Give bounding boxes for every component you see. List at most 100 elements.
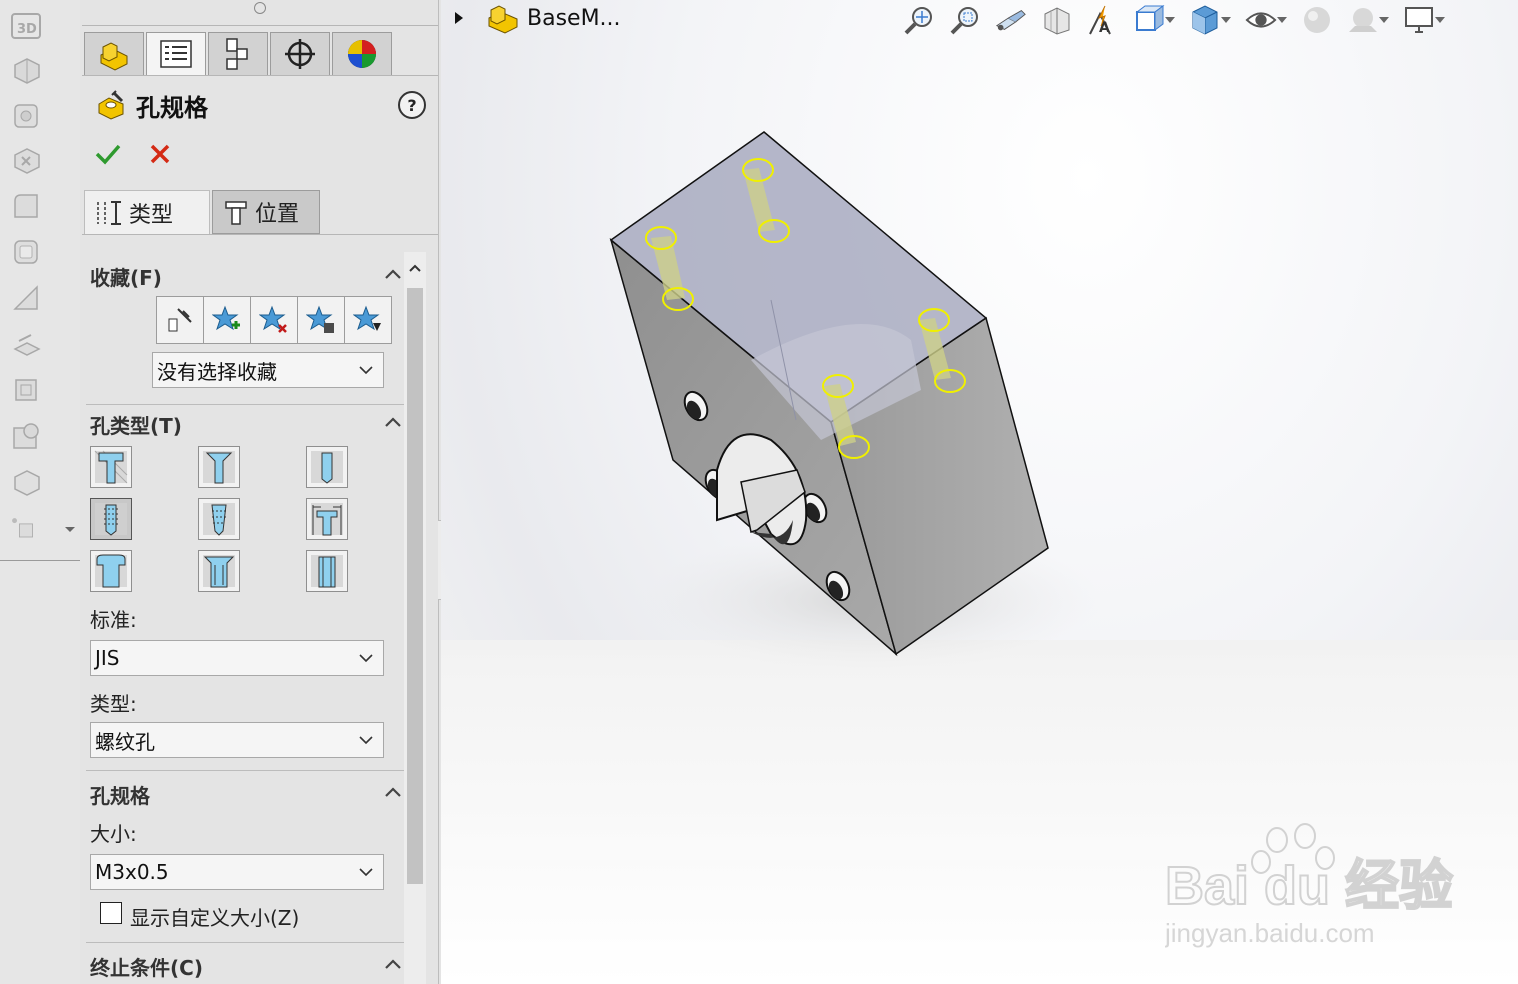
- apply-defaults-button[interactable]: [156, 296, 204, 344]
- configuration-icon: [226, 38, 248, 70]
- tab-property-manager[interactable]: [146, 32, 206, 76]
- favorites-toolbar: [156, 296, 392, 344]
- panel-divider: [82, 75, 438, 76]
- scrollbar-thumb[interactable]: [407, 288, 423, 884]
- section-divider: [86, 942, 404, 943]
- property-list-icon: [160, 40, 192, 68]
- svg-text:3D: 3D: [17, 22, 37, 37]
- tab-feature-manager[interactable]: [84, 32, 144, 76]
- panel-divider: [82, 234, 438, 235]
- panel-grip[interactable]: [254, 2, 266, 14]
- rib-icon[interactable]: [8, 280, 44, 316]
- hole-type-header[interactable]: 孔类型(T): [90, 410, 182, 439]
- save-favorite-button[interactable]: [297, 296, 345, 344]
- chevron-down-icon: [359, 736, 373, 745]
- chevron-down-icon: [359, 366, 373, 375]
- page-title: 孔规格: [136, 94, 208, 122]
- cancel-x-icon[interactable]: [146, 140, 174, 168]
- chevron-down-icon[interactable]: [64, 526, 76, 534]
- end-condition-header[interactable]: 终止条件(C): [90, 952, 203, 981]
- slot-icon: [311, 555, 343, 588]
- baidu-watermark: Bai du 经验 jingyan.baidu.com: [1165, 823, 1454, 948]
- counterbore-slot-button[interactable]: [90, 550, 132, 592]
- collapse-end-condition-icon[interactable]: [384, 958, 402, 970]
- watermark-logo-text: Bai du 经验: [1165, 856, 1453, 916]
- intersect-icon[interactable]: [8, 464, 44, 500]
- tab-type-label: 类型: [129, 202, 174, 228]
- revolve-icon[interactable]: [8, 98, 44, 134]
- tab-position-label: 位置: [255, 202, 300, 227]
- counterbore-icon: [94, 450, 128, 484]
- countersink-slot-button[interactable]: [198, 550, 240, 592]
- property-manager: 孔规格 ? 类型 位置 收藏(F) 没有选择收藏 孔类型(T) 标准: JIS …: [82, 0, 439, 984]
- help-button[interactable]: ?: [398, 91, 426, 119]
- legacy-hole-icon: [311, 503, 343, 536]
- hole-spec-icon: [98, 90, 124, 120]
- scrollbar[interactable]: [404, 252, 426, 984]
- wrap-icon[interactable]: [8, 372, 44, 408]
- type-label: 类型:: [90, 692, 137, 716]
- panel-divider: [82, 25, 438, 26]
- custom-size-checkbox[interactable]: [100, 902, 122, 924]
- star-save-icon: [306, 305, 334, 333]
- graphics-area[interactable]: BaseM... A Bai du 经验 jingyan.baidu.com: [441, 0, 1518, 984]
- tab-display-manager[interactable]: [332, 32, 392, 76]
- section-divider: [86, 404, 404, 405]
- extrude-boss-icon[interactable]: [8, 52, 44, 88]
- collapse-favorites-icon[interactable]: [384, 268, 402, 280]
- star-delete-icon: [259, 305, 287, 333]
- straight-tap-icon: [95, 503, 127, 536]
- reference-geometry-icon[interactable]: [8, 510, 44, 546]
- hole-spec-header[interactable]: 孔规格: [90, 780, 150, 809]
- straight-tap-button[interactable]: [90, 498, 132, 540]
- shell-icon[interactable]: [8, 234, 44, 270]
- part-icon: [100, 42, 128, 71]
- counterbore-button[interactable]: [90, 446, 132, 488]
- position-icon: [223, 198, 249, 226]
- collapse-hole-type-icon[interactable]: [384, 416, 402, 428]
- ok-check-icon[interactable]: [94, 140, 122, 168]
- type-dropdown[interactable]: 螺纹孔: [90, 722, 384, 758]
- favorites-dropdown[interactable]: 没有选择收藏: [152, 352, 384, 388]
- chevron-down-icon: [359, 654, 373, 663]
- fillet-icon[interactable]: [8, 188, 44, 224]
- hole-wizard-icon[interactable]: [8, 418, 44, 454]
- tab-position[interactable]: 位置: [212, 190, 320, 234]
- scroll-up-icon[interactable]: [407, 260, 423, 276]
- standard-label: 标准:: [90, 608, 137, 632]
- command-toolbar: 3D: [0, 0, 80, 984]
- collapse-hole-spec-icon[interactable]: [384, 786, 402, 798]
- star-load-icon: [353, 305, 381, 331]
- slot-button[interactable]: [306, 550, 348, 592]
- appearance-sphere-icon: [348, 40, 376, 68]
- hole-button[interactable]: [306, 446, 348, 488]
- draft-icon[interactable]: [8, 326, 44, 362]
- 3d-sketch-icon[interactable]: 3D: [8, 8, 44, 44]
- load-favorite-button[interactable]: [344, 296, 392, 344]
- standard-dropdown[interactable]: JIS: [90, 640, 384, 676]
- countersink-icon: [203, 451, 235, 484]
- delete-favorite-button[interactable]: [250, 296, 298, 344]
- simple-hole-icon: [311, 451, 343, 484]
- add-favorite-button[interactable]: [203, 296, 251, 344]
- countersink-button[interactable]: [198, 446, 240, 488]
- dimension-icon: [95, 199, 123, 227]
- tapered-tap-button[interactable]: [198, 498, 240, 540]
- tapered-tap-icon: [203, 503, 235, 536]
- custom-size-label[interactable]: 显示自定义大小(Z): [130, 902, 299, 931]
- size-label: 大小:: [90, 822, 137, 846]
- favorites-header[interactable]: 收藏(F): [90, 262, 162, 291]
- tab-configuration-manager[interactable]: [208, 32, 268, 76]
- favorites-dropdown-value: 没有选择收藏: [157, 359, 277, 384]
- standard-value: JIS: [95, 646, 120, 670]
- star-add-icon: [212, 305, 240, 331]
- size-dropdown[interactable]: M3x0.5: [90, 854, 384, 890]
- tab-type[interactable]: 类型: [84, 190, 210, 234]
- cut-extrude-icon[interactable]: [8, 142, 44, 178]
- manager-tabs: [84, 32, 394, 76]
- toolbar-divider: [0, 560, 80, 561]
- crosshair-icon: [285, 39, 315, 69]
- legacy-hole-button[interactable]: [306, 498, 348, 540]
- apply-defaults-icon: [168, 308, 192, 332]
- tab-dimxpert-manager[interactable]: [270, 32, 330, 76]
